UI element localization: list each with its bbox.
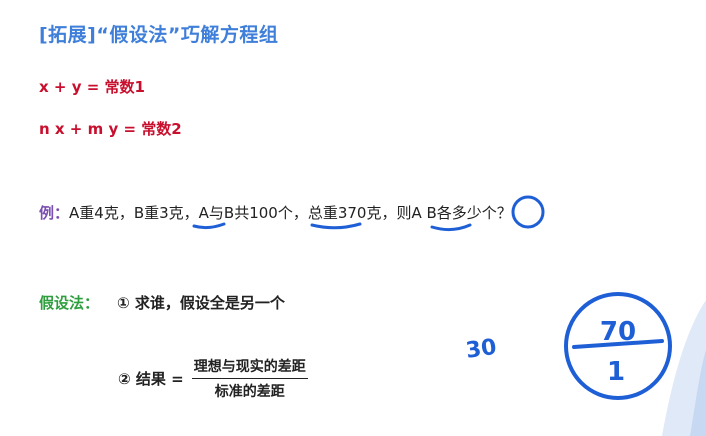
underline-370 xyxy=(430,223,472,232)
underline-100 xyxy=(310,222,362,230)
handwriting-layer: 30 70 1 xyxy=(192,195,706,436)
handwritten-fraction-denominator: 1 xyxy=(607,357,625,387)
circle-around-a xyxy=(511,195,545,229)
slide: [拓展]“假设法”巧解方程组 x + y = 常数1 n x + m y = 常… xyxy=(0,0,706,436)
handwritten-side-note: 30 xyxy=(464,335,498,364)
underline-3g xyxy=(192,222,226,230)
